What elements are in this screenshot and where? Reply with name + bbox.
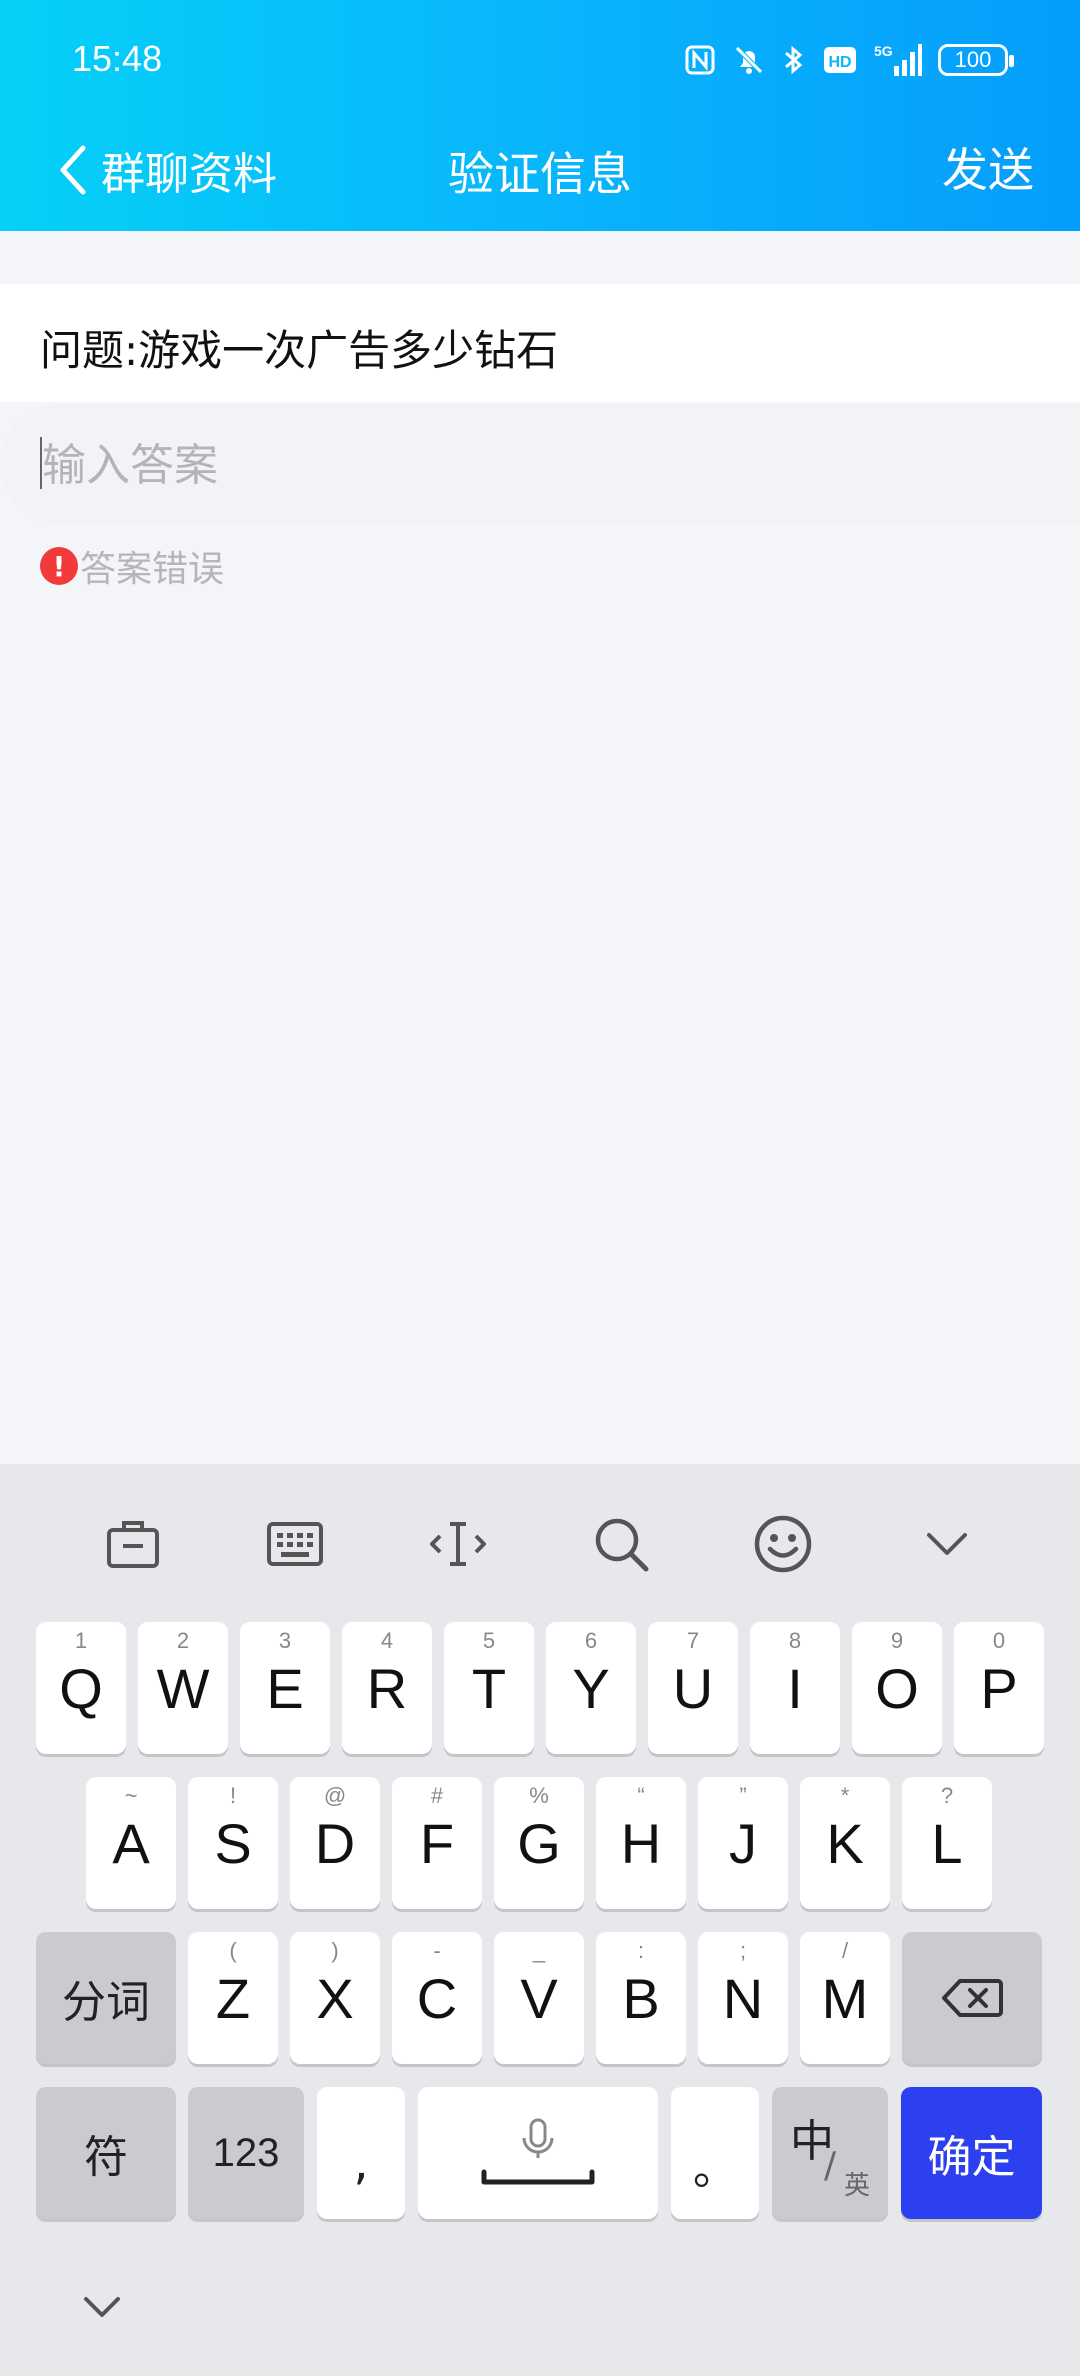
key-b[interactable]: :B bbox=[596, 1932, 686, 2064]
segment-key[interactable]: 分词 bbox=[36, 1932, 176, 2064]
numbers-key[interactable]: 123 bbox=[188, 2087, 304, 2219]
keyboard: 1Q 2W 3E 4R 5T 6Y 7U 8I 9O 0P ~ A ! S @ D #… bbox=[0, 1464, 1080, 2376]
answer-row bbox=[0, 404, 1080, 524]
key-p[interactable]: 0P bbox=[954, 1622, 1044, 1754]
key-i[interactable]: 8I bbox=[750, 1622, 840, 1754]
toolbox-icon[interactable] bbox=[98, 1512, 168, 1576]
svg-text:5G: 5G bbox=[874, 43, 893, 59]
keyboard-icon[interactable] bbox=[260, 1512, 330, 1576]
comma-key[interactable]: , bbox=[317, 2087, 405, 2219]
key-m[interactable]: / M bbox=[800, 1932, 890, 2064]
error-text: 答案错误 bbox=[80, 549, 225, 590]
key-v[interactable]: _ V bbox=[494, 1932, 584, 2064]
answer-input[interactable] bbox=[40, 428, 1044, 502]
collapse-icon[interactable] bbox=[912, 1512, 982, 1576]
key-n[interactable]: ; N bbox=[698, 1932, 788, 2064]
confirm-key[interactable]: 确定 bbox=[901, 2087, 1042, 2219]
key-z[interactable]: (Z bbox=[188, 1932, 278, 2064]
hd-icon: HD bbox=[824, 47, 856, 73]
key-s[interactable]: ! S bbox=[188, 1777, 278, 1909]
cursor-icon[interactable] bbox=[423, 1512, 493, 1576]
nfc-icon bbox=[685, 45, 715, 75]
key-l[interactable]: ? L bbox=[902, 1777, 992, 1909]
svg-text:HD: HD bbox=[828, 54, 851, 71]
battery-icon: 100 bbox=[938, 44, 1014, 76]
nav-bar: 群聊资料 验证信息 发送 bbox=[0, 120, 1080, 220]
key-g[interactable]: % G bbox=[494, 1777, 584, 1909]
key-k[interactable]: * K bbox=[800, 1777, 890, 1909]
space-microphone-icon bbox=[481, 2118, 595, 2185]
key-t[interactable]: 5T bbox=[444, 1622, 534, 1754]
key-r[interactable]: 4R bbox=[342, 1622, 432, 1754]
status-time: 15:48 bbox=[72, 38, 163, 79]
key-f[interactable]: # F bbox=[392, 1777, 482, 1909]
hide-keyboard-chevron-icon[interactable] bbox=[82, 2294, 122, 2324]
page-title: 验证信息 bbox=[448, 147, 632, 201]
mute-bell-icon bbox=[735, 46, 763, 74]
status-icons: HD 5G 100 bbox=[684, 40, 1014, 80]
key-u[interactable]: 7U bbox=[648, 1622, 738, 1754]
key-d[interactable]: @ D bbox=[290, 1777, 380, 1909]
key-a[interactable]: ~ A bbox=[86, 1777, 176, 1909]
send-button[interactable]: 发送 bbox=[942, 134, 1034, 200]
symbol-key[interactable]: 符 bbox=[36, 2087, 176, 2219]
language-switch-key[interactable]: 中 / 英 bbox=[772, 2087, 888, 2219]
key-j[interactable]: ” J bbox=[698, 1777, 788, 1909]
backspace-icon bbox=[942, 1979, 1003, 2017]
key-h[interactable]: “H bbox=[596, 1777, 686, 1909]
key-w[interactable]: 2W bbox=[138, 1622, 228, 1754]
key-c[interactable]: -C bbox=[392, 1932, 482, 2064]
signal-5g-icon: 5G bbox=[874, 43, 922, 76]
keyboard-toolbar bbox=[0, 1464, 1080, 1620]
key-x[interactable]: ) X bbox=[290, 1932, 380, 2064]
space-key[interactable] bbox=[418, 2087, 658, 2219]
key-q[interactable]: 1Q bbox=[36, 1622, 126, 1754]
status-bar: 15:48 HD 5G 100 bbox=[0, 0, 1080, 120]
error-message: ! 答案错误 bbox=[40, 540, 224, 592]
key-y[interactable]: 6Y bbox=[546, 1622, 636, 1754]
search-icon[interactable] bbox=[586, 1512, 656, 1576]
bluetooth-icon bbox=[785, 45, 803, 75]
key-o[interactable]: 9O bbox=[852, 1622, 942, 1754]
key-e[interactable]: 3E bbox=[240, 1622, 330, 1754]
emoji-icon[interactable] bbox=[748, 1512, 818, 1576]
question-row: 问题:游戏一次广告多少钻石 bbox=[0, 284, 1080, 402]
app-header: 15:48 HD 5G 100 群聊资料 验证信息 发送 bbox=[0, 0, 1080, 231]
question-text: 问题:游戏一次广告多少钻石 bbox=[40, 326, 559, 375]
error-icon: ! bbox=[40, 547, 78, 585]
period-key[interactable]: 。 bbox=[671, 2087, 759, 2219]
backspace-key[interactable] bbox=[902, 1932, 1042, 2064]
